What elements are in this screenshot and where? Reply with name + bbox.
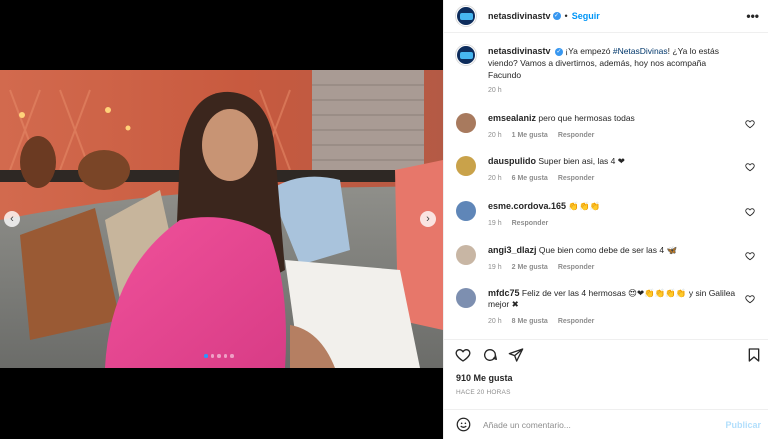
carousel-indicator <box>204 354 234 358</box>
like-comment-heart-icon[interactable] <box>745 119 755 129</box>
reply-button[interactable]: Responder <box>558 316 595 327</box>
comment-item: dauspulido Super bien asi, las 4 ❤ 20 h … <box>456 156 761 184</box>
separator-dot: • <box>564 11 568 21</box>
comment-time: 20 h <box>488 132 502 139</box>
brand-logo-icon <box>459 12 473 20</box>
like-comment-heart-icon[interactable] <box>745 251 755 261</box>
comment-text: pero que hermosas todas <box>538 113 635 123</box>
more-options-icon[interactable]: ••• <box>746 9 759 23</box>
comment-text: 👏👏👏 <box>568 201 601 211</box>
commenter-avatar[interactable] <box>456 113 476 133</box>
comment-text: Feliz de ver las 4 hermosas 😍❤👏👏👏👏 y sin… <box>488 288 736 309</box>
carousel-dot <box>217 354 221 358</box>
comment-username[interactable]: dauspulido <box>488 156 536 166</box>
comment-time: 20 h <box>488 318 502 325</box>
carousel-dot <box>223 354 227 358</box>
reply-button[interactable]: Responder <box>558 173 595 184</box>
comments-list[interactable]: netasdivinastv ✓ ¡Ya empezó #NetasDivina… <box>444 33 768 339</box>
account-avatar[interactable] <box>456 6 476 26</box>
comment-input[interactable] <box>483 419 703 430</box>
verified-badge-icon: ✓ <box>552 12 561 20</box>
account-username[interactable]: netasdivinastv <box>488 11 551 21</box>
comment-username[interactable]: mfdc75 <box>488 288 520 298</box>
comment-item: mfdc75 Feliz de ver las 4 hermosas 😍❤👏👏👏… <box>456 288 761 327</box>
comment-text: Que bien como debe de ser las 4 🦋 <box>538 245 678 255</box>
account-avatar[interactable] <box>456 45 476 65</box>
likes-count[interactable]: 910 Me gusta <box>456 373 513 383</box>
reply-button[interactable]: Responder <box>512 218 549 229</box>
commenter-avatar[interactable] <box>456 245 476 265</box>
instagram-post-view: ‹ › netasdivinastv ✓ • Seguir ••• netasd… <box>0 0 768 439</box>
emoji-smiley-icon[interactable] <box>456 417 471 432</box>
commenter-avatar[interactable] <box>456 201 476 221</box>
next-slide-button[interactable]: › <box>420 211 436 227</box>
comment-likes[interactable]: 8 Me gusta <box>512 316 548 327</box>
comment-text: Super bien asi, las 4 ❤ <box>538 156 625 166</box>
carousel-dot <box>230 354 234 358</box>
post-header: netasdivinastv ✓ • Seguir ••• <box>444 0 768 33</box>
comment-item: emsealaniz pero que hermosas todas 20 h … <box>456 113 761 141</box>
verified-badge-icon: ✓ <box>554 47 563 56</box>
commenter-avatar[interactable] <box>456 156 476 176</box>
media-pane: ‹ › <box>0 0 443 439</box>
post-timestamp: HACE 20 HORAS <box>456 389 511 396</box>
post-caption: netasdivinastv ✓ ¡Ya empezó #NetasDivina… <box>456 45 756 97</box>
post-photo[interactable] <box>0 70 443 368</box>
add-comment-bar: Publicar <box>444 409 768 439</box>
like-comment-heart-icon[interactable] <box>745 294 755 304</box>
comment-username[interactable]: angi3_dlazj <box>488 245 537 255</box>
save-bookmark-icon[interactable] <box>746 347 762 363</box>
comment-likes[interactable]: 6 Me gusta <box>512 173 548 184</box>
post-sidebar: netasdivinastv ✓ • Seguir ••• netasdivin… <box>443 0 768 439</box>
share-paper-plane-icon[interactable] <box>508 347 524 363</box>
reply-button[interactable]: Responder <box>558 130 595 141</box>
caption-text: ¡Ya empezó <box>565 46 613 56</box>
publish-button[interactable]: Publicar <box>725 420 761 430</box>
follow-button[interactable]: Seguir <box>572 11 600 21</box>
comment-likes[interactable]: 2 Me gusta <box>512 262 548 273</box>
comment-time: 20 h <box>488 175 502 182</box>
caption-hashtag-link[interactable]: #NetasDivinas <box>613 46 668 56</box>
post-actions-bar <box>444 339 768 369</box>
caption-username[interactable]: netasdivinastv <box>488 46 551 56</box>
comment-likes[interactable]: 1 Me gusta <box>512 130 548 141</box>
brand-logo-icon <box>459 51 473 59</box>
comment-username[interactable]: emsealaniz <box>488 113 536 123</box>
comment-item: angi3_dlazj Que bien como debe de ser la… <box>456 245 761 273</box>
post-photo-illustration <box>0 70 443 368</box>
commenter-avatar[interactable] <box>456 288 476 308</box>
previous-slide-button[interactable]: ‹ <box>4 211 20 227</box>
reply-button[interactable]: Responder <box>558 262 595 273</box>
like-comment-heart-icon[interactable] <box>745 207 755 217</box>
carousel-dot <box>204 354 208 358</box>
caption-time: 20 h <box>488 87 502 94</box>
comment-item: esme.cordova.165 👏👏👏 19 h Responder <box>456 201 761 229</box>
comment-time: 19 h <box>488 264 502 271</box>
like-comment-heart-icon[interactable] <box>745 162 755 172</box>
comment-username[interactable]: esme.cordova.165 <box>488 201 566 211</box>
like-heart-icon[interactable] <box>455 347 471 363</box>
carousel-dot <box>210 354 214 358</box>
comment-bubble-icon[interactable] <box>482 347 498 363</box>
comment-time: 19 h <box>488 220 502 227</box>
